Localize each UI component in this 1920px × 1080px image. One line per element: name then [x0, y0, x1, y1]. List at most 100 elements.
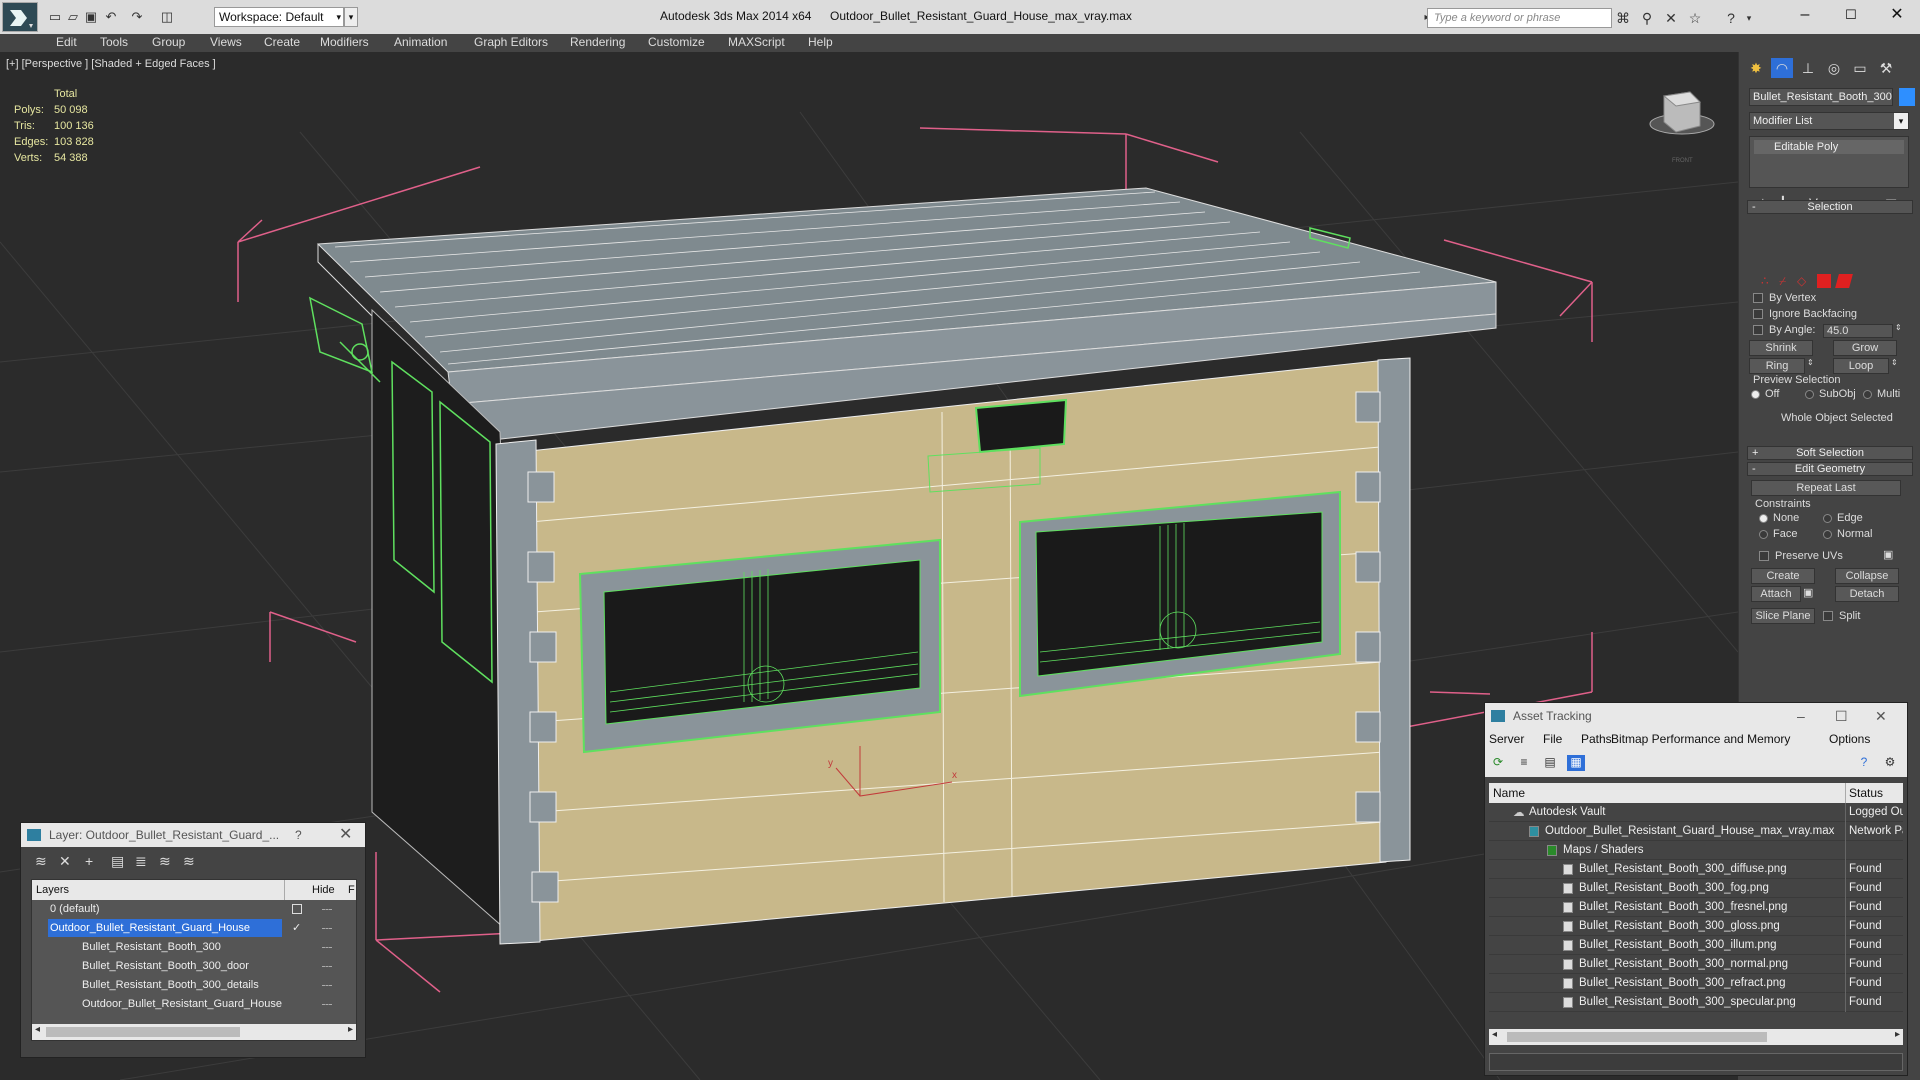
- app-logo-icon[interactable]: [2, 2, 38, 32]
- menu-modifiers[interactable]: Modifiers: [320, 35, 369, 49]
- checkmark-icon[interactable]: ✓: [292, 919, 301, 938]
- col-hide[interactable]: Hide: [312, 880, 335, 900]
- loop-button[interactable]: Loop: [1833, 358, 1889, 374]
- constraint-edge-radio[interactable]: Edge: [1823, 512, 1863, 524]
- asset-row[interactable]: Bullet_Resistant_Booth_300_normal.png Fou…: [1489, 955, 1903, 974]
- minimize-icon[interactable]: –: [1797, 703, 1805, 729]
- star-icon[interactable]: ☆: [1686, 9, 1704, 27]
- by-angle-checkbox[interactable]: By Angle:: [1753, 324, 1815, 336]
- delete-layer-icon[interactable]: ✕: [59, 853, 71, 870]
- undo-icon[interactable]: ↶: [102, 8, 120, 26]
- open-icon[interactable]: ▱: [64, 8, 82, 26]
- highlight-layer-icon[interactable]: ≣: [135, 853, 147, 870]
- active-layer-icon[interactable]: [292, 904, 302, 914]
- modify-tab-icon[interactable]: ◠: [1771, 58, 1793, 78]
- preview-off-radio[interactable]: Off: [1751, 388, 1779, 400]
- object-color-swatch[interactable]: [1899, 88, 1915, 106]
- chevron-right-icon[interactable]: ▸: [348, 1024, 353, 1035]
- menu-animation[interactable]: Animation: [394, 35, 447, 49]
- add-layer-icon[interactable]: +: [85, 853, 93, 869]
- asset-row[interactable]: Bullet_Resistant_Booth_300_fog.png Found: [1489, 879, 1903, 898]
- asset-row[interactable]: Bullet_Resistant_Booth_300_illum.png Foun…: [1489, 936, 1903, 955]
- chevron-left-icon[interactable]: ◂: [35, 1024, 40, 1035]
- asset-window-titlebar[interactable]: Asset Tracking – ☐ ✕: [1485, 703, 1907, 729]
- minimize-icon[interactable]: –: [1790, 4, 1820, 26]
- project-icon[interactable]: ◫: [158, 8, 176, 26]
- stack-item-editable-poly[interactable]: Editable Poly: [1754, 140, 1904, 154]
- search-input[interactable]: Type a keyword or phrase: [1427, 8, 1612, 28]
- loop-spinner-icon[interactable]: ⇕: [1891, 358, 1898, 367]
- viewcube-face-label[interactable]: FRONT: [1672, 158, 1693, 164]
- menu-help[interactable]: Help: [808, 35, 833, 49]
- new-file-icon[interactable]: ▭: [46, 8, 64, 26]
- attach-button[interactable]: Attach: [1751, 586, 1801, 602]
- asset-row[interactable]: Bullet_Resistant_Booth_300_fresnel.png Fo…: [1489, 898, 1903, 917]
- menu-maxscript[interactable]: MAXScript: [728, 35, 785, 49]
- workspace-menu-button[interactable]: ▾: [344, 7, 358, 27]
- help-icon[interactable]: ?: [1722, 9, 1740, 27]
- layer-row[interactable]: Bullet_Resistant_Booth_300_details: [32, 976, 356, 995]
- ignore-backfacing-checkbox[interactable]: Ignore Backfacing: [1753, 308, 1857, 320]
- ring-button[interactable]: Ring: [1749, 358, 1805, 374]
- menu-views[interactable]: Views: [210, 35, 242, 49]
- menu-create[interactable]: Create: [264, 35, 300, 49]
- asset-row[interactable]: Bullet_Resistant_Booth_300_gloss.png Foun…: [1489, 917, 1903, 936]
- col-status[interactable]: Status: [1849, 783, 1883, 803]
- asset-path-field[interactable]: [1489, 1053, 1903, 1071]
- help-icon[interactable]: ?: [1855, 755, 1873, 771]
- asset-horizontal-scrollbar[interactable]: ◂ ▸: [1489, 1029, 1903, 1045]
- scrollbar-thumb[interactable]: [1507, 1032, 1767, 1042]
- hide-toggle[interactable]: [322, 985, 332, 987]
- menu-group[interactable]: Group: [152, 35, 185, 49]
- menu-file[interactable]: File: [1543, 732, 1562, 746]
- menu-tools[interactable]: Tools: [100, 35, 128, 49]
- element-mode-icon[interactable]: [1835, 274, 1853, 288]
- asset-row[interactable]: Maps / Shaders: [1489, 841, 1903, 860]
- menu-graph-editors[interactable]: Graph Editors: [474, 35, 548, 49]
- layer-row[interactable]: Bullet_Resistant_Booth_300: [32, 938, 356, 957]
- by-vertex-checkbox[interactable]: By Vertex: [1753, 292, 1816, 304]
- soft-selection-rollout-header[interactable]: + Soft Selection: [1747, 446, 1913, 460]
- selection-rollout-header[interactable]: - Selection: [1747, 200, 1913, 214]
- asset-row[interactable]: Bullet_Resistant_Booth_300_diffuse.png Fo…: [1489, 860, 1903, 879]
- chevron-right-icon[interactable]: ▸: [1895, 1029, 1900, 1040]
- menu-server[interactable]: Server: [1489, 732, 1524, 746]
- hide-all-icon[interactable]: ≋: [159, 853, 171, 870]
- preserve-uvs-checkbox[interactable]: Preserve UVs: [1759, 550, 1843, 562]
- close-icon[interactable]: ✕: [1875, 703, 1887, 729]
- attach-list-icon[interactable]: ▣: [1803, 586, 1813, 599]
- col-layers[interactable]: Layers: [36, 880, 69, 900]
- freeze-all-icon[interactable]: ≋: [183, 853, 195, 870]
- create-button[interactable]: Create: [1751, 568, 1815, 584]
- settings-icon[interactable]: ▣: [1883, 548, 1893, 561]
- object-name-field[interactable]: Bullet_Resistant_Booth_300: [1749, 88, 1893, 106]
- preview-subobj-radio[interactable]: SubObj: [1805, 388, 1856, 400]
- repeat-last-button[interactable]: Repeat Last: [1751, 480, 1901, 496]
- asset-row[interactable]: Outdoor_Bullet_Resistant_Guard_House_max…: [1489, 822, 1903, 841]
- table-view-icon[interactable]: ▤: [1541, 755, 1559, 771]
- angle-spinner[interactable]: 45.0: [1823, 324, 1893, 338]
- hide-toggle[interactable]: [322, 1004, 332, 1006]
- col-name[interactable]: Name: [1493, 783, 1525, 803]
- utilities-tab-icon[interactable]: ⚒: [1875, 58, 1897, 78]
- edit-geometry-rollout-header[interactable]: - Edit Geometry: [1747, 462, 1913, 476]
- chevron-left-icon[interactable]: ◂: [1492, 1029, 1497, 1040]
- col-f[interactable]: F: [348, 880, 355, 900]
- grid-view-icon[interactable]: ▦: [1567, 755, 1585, 771]
- cross-tools-icon[interactable]: ✕: [1662, 9, 1680, 27]
- list-view-icon[interactable]: ≡: [1515, 755, 1533, 771]
- motion-tab-icon[interactable]: ◎: [1823, 58, 1845, 78]
- hide-toggle[interactable]: [322, 966, 332, 968]
- ring-spinner-icon[interactable]: ⇕: [1807, 358, 1814, 367]
- split-checkbox[interactable]: Split: [1823, 610, 1860, 622]
- layer-row[interactable]: Outdoor_Bullet_Resistant_Guard_House: [32, 995, 356, 1014]
- select-objects-icon[interactable]: ▤: [111, 853, 124, 870]
- shrink-button[interactable]: Shrink: [1749, 340, 1813, 356]
- grow-button[interactable]: Grow: [1833, 340, 1897, 356]
- menu-options[interactable]: Options: [1829, 732, 1870, 746]
- binoculars-icon[interactable]: ⌘: [1614, 9, 1632, 27]
- asset-row[interactable]: Bullet_Resistant_Booth_300_specular.png F…: [1489, 993, 1903, 1012]
- polygon-mode-icon[interactable]: [1817, 274, 1831, 288]
- edge-mode-icon[interactable]: ⌿: [1779, 274, 1793, 288]
- save-icon[interactable]: ▣: [82, 8, 100, 26]
